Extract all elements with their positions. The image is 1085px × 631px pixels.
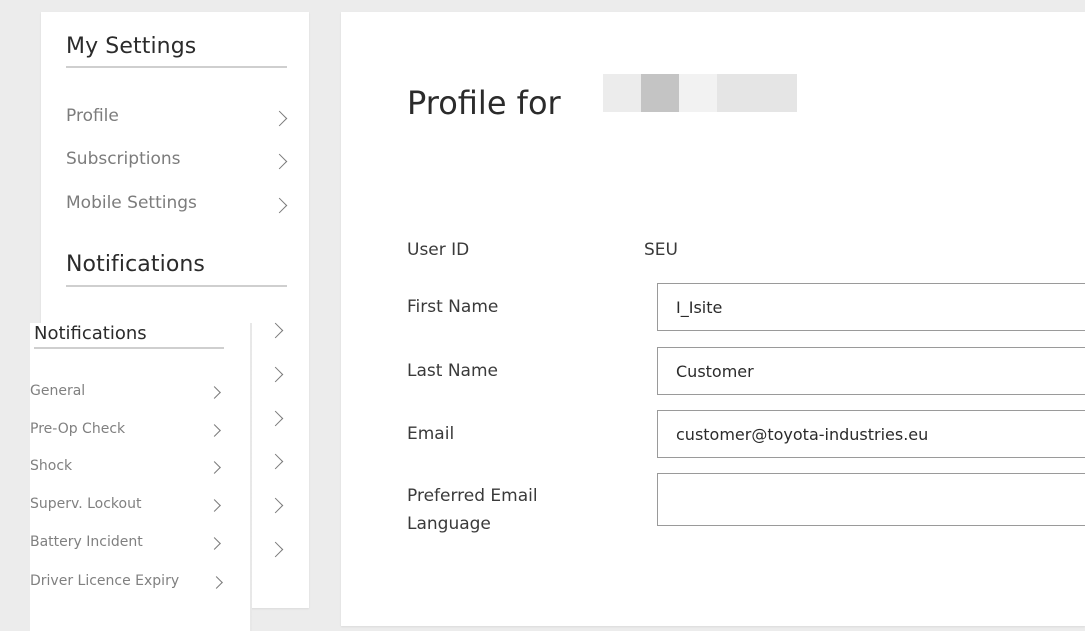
chevron-right-icon[interactable] xyxy=(267,366,284,383)
email-label: Email xyxy=(407,424,455,444)
notification-item-shock[interactable]: Shock xyxy=(30,458,245,478)
my-settings-title: My Settings xyxy=(66,34,197,59)
chevron-right-icon[interactable] xyxy=(267,322,284,339)
chevron-right-icon xyxy=(271,153,288,170)
sidebar-item-label: Mobile Settings xyxy=(66,193,197,213)
preferred-email-language-label-line1: Preferred Email xyxy=(407,486,538,506)
chevron-right-icon[interactable] xyxy=(267,497,284,514)
chevron-right-icon[interactable] xyxy=(267,541,284,558)
redacted-name-block xyxy=(641,74,679,112)
notifications-heading: Notifications xyxy=(66,252,287,287)
notification-item-label: Driver Licence Expiry xyxy=(30,573,180,589)
notification-item-label: Shock xyxy=(30,458,73,474)
user-id-label: User ID xyxy=(407,240,470,260)
user-id-value: SEU xyxy=(644,240,678,260)
notifications-underline xyxy=(66,285,287,287)
sidebar-item-label: Subscriptions xyxy=(66,149,181,169)
chevron-right-icon xyxy=(210,576,223,589)
profile-card: Profile for User ID SEU First Name I_Isi… xyxy=(341,12,1085,626)
redacted-name-block xyxy=(717,74,797,112)
notification-item-driver-licence-expiry[interactable]: Driver Licence Expiry xyxy=(30,573,245,593)
app-stage: My Settings Profile Subscriptions Mobile… xyxy=(0,0,1085,631)
chevron-right-icon xyxy=(271,197,288,214)
page-title: Profile for xyxy=(407,84,561,122)
chevron-right-icon xyxy=(208,424,221,437)
notifications-title: Notifications xyxy=(66,252,205,277)
chevron-right-icon xyxy=(271,110,288,127)
notification-item-label: General xyxy=(30,383,86,399)
my-settings-underline xyxy=(66,66,287,68)
notification-item-superv-lockout[interactable]: Superv. Lockout xyxy=(30,496,245,516)
notification-item-label: Superv. Lockout xyxy=(30,496,142,512)
notification-item-label: Pre-Op Check xyxy=(30,421,126,437)
chevron-right-icon xyxy=(208,386,221,399)
last-name-field[interactable]: Customer xyxy=(657,347,1085,395)
chevron-right-icon xyxy=(208,461,221,474)
chevron-right-icon xyxy=(208,499,221,512)
chevron-right-icon[interactable] xyxy=(267,410,284,427)
notifications-panel-underline xyxy=(34,347,224,349)
chevron-right-icon[interactable] xyxy=(267,453,284,470)
my-settings-heading: My Settings xyxy=(66,34,287,68)
preferred-email-language-label-line2: Language xyxy=(407,514,491,534)
redacted-name-block xyxy=(679,74,717,112)
sidebar-item-mobile-settings[interactable]: Mobile Settings xyxy=(66,193,291,217)
sidebar-item-label: Profile xyxy=(66,106,119,126)
chevron-right-icon xyxy=(208,537,221,550)
sidebar-item-profile[interactable]: Profile xyxy=(66,106,291,130)
last-name-label: Last Name xyxy=(407,361,498,381)
sidebar-item-subscriptions[interactable]: Subscriptions xyxy=(66,149,291,173)
preferred-email-language-label: Preferred Email Language xyxy=(407,484,538,536)
notification-item-label: Battery Incident xyxy=(30,534,143,550)
first-name-field[interactable]: I_Isite xyxy=(657,283,1085,331)
email-field[interactable]: customer@toyota-industries.eu xyxy=(657,410,1085,458)
notifications-panel-title: Notifications xyxy=(34,323,147,344)
notification-item-battery-incident[interactable]: Battery Incident xyxy=(30,534,245,554)
preferred-email-language-select[interactable] xyxy=(657,473,1085,526)
redacted-name-block xyxy=(603,74,641,112)
notification-item-pre-op-check[interactable]: Pre-Op Check xyxy=(30,421,245,441)
notification-item-general[interactable]: General xyxy=(30,383,245,403)
first-name-label: First Name xyxy=(407,297,499,317)
notifications-panel: Notifications General Pre-Op Check Shock… xyxy=(30,323,250,631)
